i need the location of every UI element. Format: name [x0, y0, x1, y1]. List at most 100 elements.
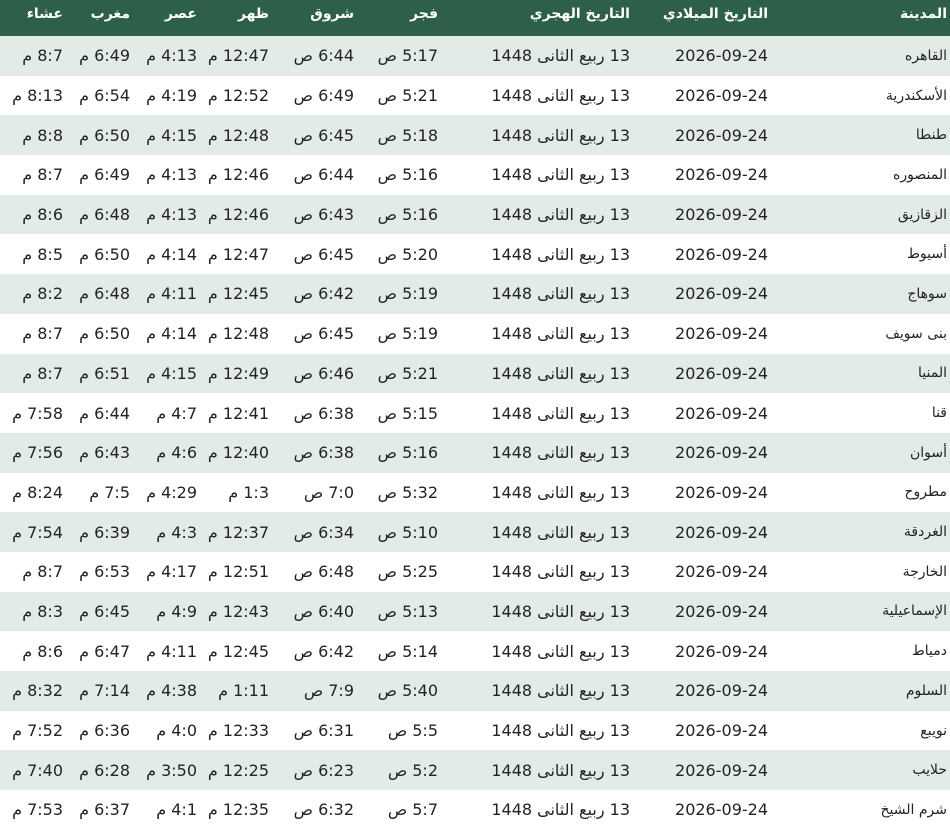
cell-gregorian-date: 2026-09-24 [675, 363, 768, 383]
cell-city: دمياط [911, 643, 947, 660]
cell-dhuhr: 12:46 م [207, 205, 269, 225]
cell-dhuhr: 12:49 م [207, 363, 269, 383]
table-row: الغردقة 2026-09-24 13 ربيع الثانى 1448 5:10… [0, 512, 950, 552]
cell-shuruq: 6:44 ص [293, 46, 354, 66]
cell-maghrib: 6:50 م [79, 244, 130, 264]
cell-asr: 4:1 م [156, 800, 197, 820]
cell-hijri-date: 13 ربيع الثانى 1448 [491, 86, 630, 106]
cell-fajr: 5:25 ص [377, 562, 438, 582]
cell-city: الأسكندرية [885, 87, 947, 104]
cell-dhuhr: 1:3 م [228, 482, 269, 502]
cell-gregorian-date: 2026-09-24 [675, 601, 768, 621]
table-row: الأسكندرية 2026-09-24 13 ربيع الثانى 1448 5… [0, 75, 950, 116]
cell-hijri-date: 13 ربيع الثانى 1448 [491, 760, 630, 780]
cell-hijri-date: 13 ربيع الثانى 1448 [491, 46, 630, 66]
cell-fajr: 5:15 ص [377, 403, 438, 423]
cell-hijri-date: 13 ربيع الثانى 1448 [491, 125, 630, 145]
header-hijri-date: التاريخ الهجري [529, 6, 630, 22]
cell-isha: 7:54 م [12, 522, 63, 542]
cell-dhuhr: 12:45 م [207, 284, 269, 304]
cell-dhuhr: 12:43 م [207, 601, 269, 621]
cell-maghrib: 6:39 م [79, 522, 130, 542]
cell-gregorian-date: 2026-09-24 [675, 205, 768, 225]
cell-city: قنا [931, 405, 947, 422]
header-gregorian-date: التاريخ الميلادي [662, 6, 768, 22]
cell-fajr: 5:7 ص [387, 800, 438, 820]
cell-fajr: 5:10 ص [377, 522, 438, 542]
cell-fajr: 5:21 ص [377, 363, 438, 383]
cell-gregorian-date: 2026-09-24 [675, 403, 768, 423]
cell-isha: 8:7 م [22, 165, 63, 185]
cell-shuruq: 6:42 ص [293, 284, 354, 304]
table-row: المنيا 2026-09-24 13 ربيع الثانى 1448 5:21 … [0, 353, 950, 394]
header-maghrib: مغرب [90, 6, 130, 22]
table-row: مطروح 2026-09-24 13 ربيع الثانى 1448 5:32 ص… [0, 472, 950, 513]
table-row: نويبع 2026-09-24 13 ربيع الثانى 1448 5:5 ص 6… [0, 710, 950, 751]
header-dhuhr: ظهر [237, 6, 269, 22]
cell-gregorian-date: 2026-09-24 [675, 284, 768, 304]
cell-hijri-date: 13 ربيع الثانى 1448 [491, 403, 630, 423]
cell-gregorian-date: 2026-09-24 [675, 681, 768, 701]
cell-fajr: 5:18 ص [377, 125, 438, 145]
cell-maghrib: 6:43 م [79, 443, 130, 463]
cell-dhuhr: 12:48 م [207, 324, 269, 344]
table-row: السلوم 2026-09-24 13 ربيع الثانى 1448 5:40 … [0, 671, 950, 711]
cell-dhuhr: 12:45 م [207, 641, 269, 661]
cell-city: حلايب [912, 762, 947, 779]
cell-shuruq: 6:48 ص [293, 562, 354, 582]
table-body: القاهره 2026-09-24 13 ربيع الثانى 1448 5:17… [0, 36, 950, 830]
cell-asr: 4:11 م [146, 641, 197, 661]
cell-dhuhr: 12:46 م [207, 165, 269, 185]
cell-city: المنصوره [893, 166, 947, 183]
cell-hijri-date: 13 ربيع الثانى 1448 [491, 205, 630, 225]
cell-shuruq: 6:31 ص [293, 721, 354, 741]
cell-asr: 4:14 م [146, 244, 197, 264]
cell-fajr: 5:16 ص [377, 165, 438, 185]
cell-hijri-date: 13 ربيع الثانى 1448 [491, 800, 630, 820]
cell-shuruq: 6:32 ص [293, 800, 354, 820]
cell-fajr: 5:14 ص [377, 641, 438, 661]
cell-hijri-date: 13 ربيع الثانى 1448 [491, 165, 630, 185]
cell-hijri-date: 13 ربيع الثانى 1448 [491, 284, 630, 304]
cell-shuruq: 6:45 ص [293, 324, 354, 344]
cell-hijri-date: 13 ربيع الثانى 1448 [491, 641, 630, 661]
cell-city: سوهاج [907, 285, 947, 302]
cell-maghrib: 6:37 م [79, 800, 130, 820]
table-row: شرم الشيخ 2026-09-24 13 ربيع الثانى 1448 5:… [0, 790, 950, 830]
cell-isha: 7:40 م [12, 760, 63, 780]
cell-asr: 4:3 م [156, 522, 197, 542]
cell-city: طنطا [915, 127, 947, 144]
cell-asr: 4:17 م [146, 562, 197, 582]
cell-isha: 7:58 م [12, 403, 63, 423]
cell-shuruq: 6:38 ص [293, 443, 354, 463]
cell-isha: 8:6 م [22, 205, 63, 225]
table-row: أسوان 2026-09-24 13 ربيع الثانى 1448 5:16 ص… [0, 432, 950, 473]
cell-asr: 4:13 م [146, 46, 197, 66]
cell-shuruq: 6:45 ص [293, 125, 354, 145]
cell-fajr: 5:20 ص [377, 244, 438, 264]
cell-fajr: 5:21 ص [377, 86, 438, 106]
cell-gregorian-date: 2026-09-24 [675, 721, 768, 741]
cell-city: الغردقة [903, 524, 947, 541]
cell-maghrib: 6:53 م [79, 562, 130, 582]
cell-gregorian-date: 2026-09-24 [675, 46, 768, 66]
table-row: طنطا 2026-09-24 13 ربيع الثانى 1448 5:18 ص 6… [0, 115, 950, 156]
cell-asr: 4:13 م [146, 165, 197, 185]
cell-gregorian-date: 2026-09-24 [675, 760, 768, 780]
table-row: قنا 2026-09-24 13 ربيع الثانى 1448 5:15 ص 6:… [0, 393, 950, 433]
cell-maghrib: 6:50 م [79, 324, 130, 344]
cell-hijri-date: 13 ربيع الثانى 1448 [491, 244, 630, 264]
cell-city: الزقازيق [897, 206, 947, 223]
header-shuruq: شروق [310, 6, 354, 22]
cell-asr: 4:29 م [146, 482, 197, 502]
cell-isha: 7:52 م [12, 721, 63, 741]
header-isha: عشاء [26, 6, 63, 22]
cell-dhuhr: 12:35 م [207, 800, 269, 820]
cell-maghrib: 6:47 م [79, 641, 130, 661]
cell-city: الإسماعيلية [882, 603, 947, 620]
cell-hijri-date: 13 ربيع الثانى 1448 [491, 681, 630, 701]
cell-asr: 4:38 م [146, 681, 197, 701]
prayer-times-table: المدينة التاريخ الميلادي التاريخ الهجري … [0, 0, 950, 838]
cell-asr: 4:6 م [156, 443, 197, 463]
header-city: المدينة [900, 6, 947, 22]
